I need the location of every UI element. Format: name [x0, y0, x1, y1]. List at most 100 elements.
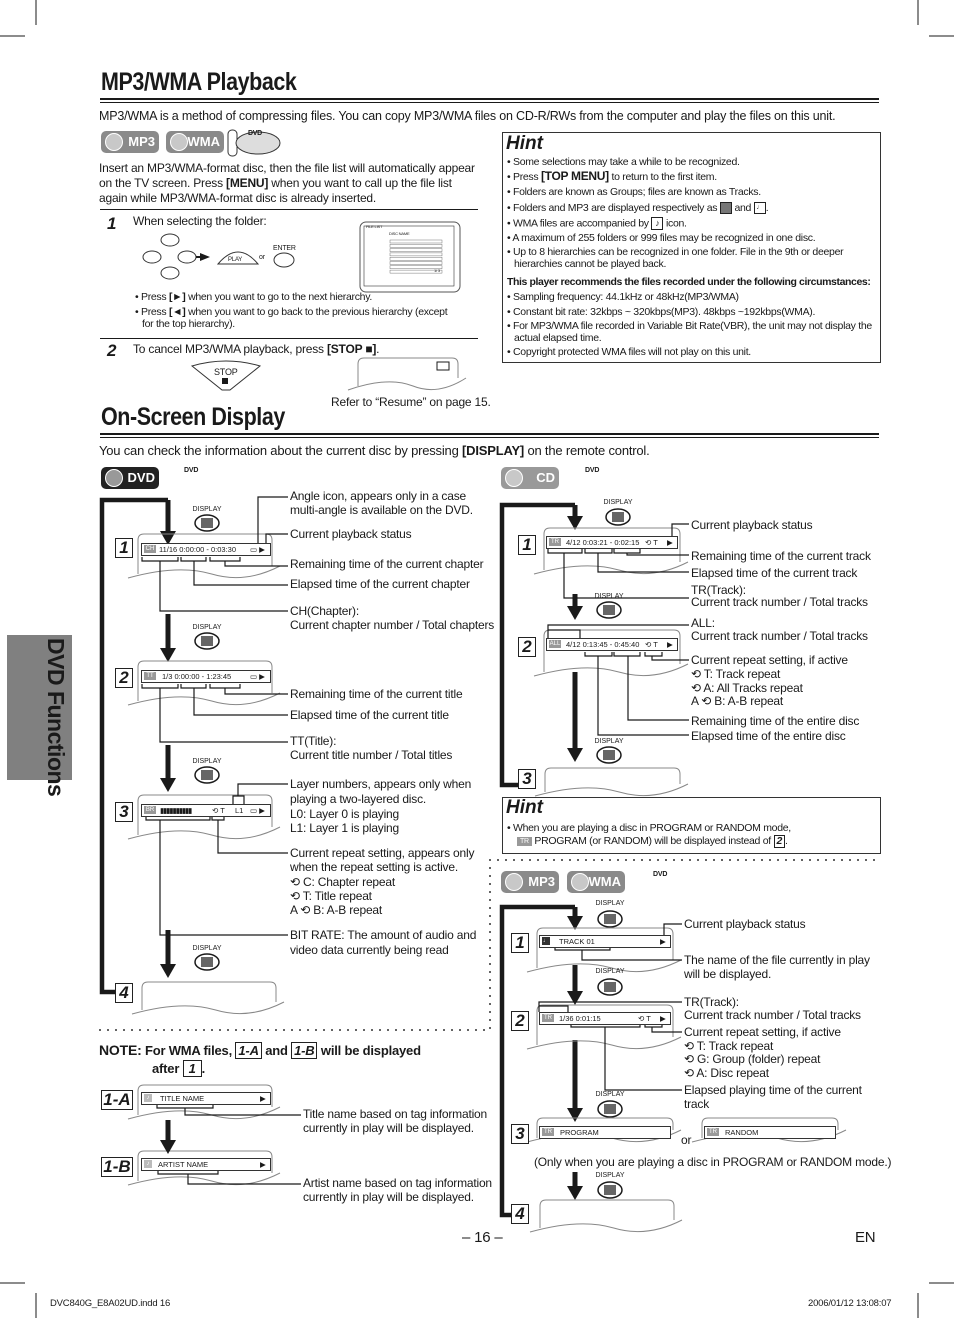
dotted-divider [489, 915, 491, 917]
hint-item: • WMA files are accompanied by ♪ icon. [507, 217, 687, 230]
connector-status [265, 533, 288, 543]
dvd-step-4: 4 [115, 983, 133, 1003]
tv-screen-wave [131, 1001, 285, 1015]
dotted-divider [489, 1027, 491, 1029]
dotted-divider [291, 1029, 293, 1031]
title-rule [100, 433, 879, 435]
step-2-number: 2 [107, 341, 117, 360]
tv-screen-wave [347, 377, 467, 391]
dotted-divider [497, 859, 499, 861]
dotted-divider [865, 859, 867, 861]
dotted-divider [641, 859, 643, 861]
track-icon: TR [549, 538, 561, 546]
dotted-divider [705, 859, 707, 861]
connector-name [581, 950, 682, 961]
track-icon: TR [542, 1128, 554, 1136]
file-list-page: 1/ 3 [434, 268, 440, 273]
insert-line-3: again while MP3/WMA-format disc is alrea… [99, 191, 377, 205]
dotted-divider [243, 1029, 245, 1031]
dvd-player-icon: DVD [184, 467, 199, 474]
display-button-label: DISPLAY [603, 499, 633, 506]
dotted-divider [561, 859, 563, 861]
dotted-divider [211, 1029, 213, 1031]
dotted-divider [489, 987, 491, 989]
dotted-divider [729, 859, 731, 861]
stop-button-label: STOP [214, 367, 238, 377]
dotted-divider [545, 859, 547, 861]
connector-all [547, 624, 689, 638]
step-1-text: When selecting the folder: [133, 214, 267, 228]
file-list-screen [359, 221, 461, 293]
dvd-player-icon: DVD [653, 871, 668, 878]
dotted-divider [283, 1029, 285, 1031]
title-icon: TT [144, 672, 156, 680]
mp3-label-repeat: ⟲ A: Disc repeat [684, 1066, 769, 1080]
dotted-divider [107, 1029, 109, 1031]
display-button-label: DISPLAY [594, 738, 624, 745]
dotted-divider [489, 899, 491, 901]
dotted-divider [745, 859, 747, 861]
dotted-divider [633, 859, 635, 861]
hint-recommend-heading: This player recommends the files recorde… [507, 276, 871, 288]
dotted-divider [315, 1029, 317, 1031]
dotted-divider [171, 1029, 173, 1031]
dotted-divider [585, 859, 587, 861]
wma-osd-artist: ♪ ARTIST NAME ▶ [141, 1158, 271, 1171]
label-artist-name: currently in play will be displayed. [303, 1190, 474, 1204]
mp3-label-repeat: ⟲ T: Track repeat [684, 1039, 774, 1053]
dvd-player-icon: DVD [248, 130, 262, 137]
hint-item-cont: TR PROGRAM (or RANDOM) will be displayed… [517, 835, 788, 848]
label-repeat: when the repeat setting is active. [290, 860, 458, 874]
hint-item: • Folders are known as Groups; files are… [507, 186, 761, 198]
hint-item: • Press [TOP MENU] to return to the firs… [507, 169, 717, 183]
display-button-square [604, 914, 616, 924]
display-button-square [201, 770, 213, 780]
tv-screen-outline [536, 927, 674, 968]
mp3-file-icon: ♩ [753, 202, 766, 215]
step-divider [100, 338, 478, 339]
dotted-divider [203, 1029, 205, 1031]
dotted-divider [489, 955, 491, 957]
down-arrow-head [567, 748, 583, 762]
dotted-divider [147, 1029, 149, 1031]
bracket [141, 684, 179, 689]
track-icon: TR [707, 1128, 719, 1136]
connector-chapter [159, 561, 288, 612]
bracket [209, 557, 241, 562]
dotted-divider [489, 875, 491, 877]
hint-item: • Folders and MP3 are displayed respecti… [507, 202, 769, 215]
connector-layer [237, 783, 288, 796]
footer-timestamp: 2006/01/12 13:08:07 [808, 1298, 892, 1309]
dotted-divider [331, 1029, 333, 1031]
hint-item: • Some selections may take a while to be… [507, 156, 740, 168]
hint-item: • A maximum of 255 folders or 999 files … [507, 232, 816, 244]
or-label: or [681, 1133, 692, 1147]
dotted-divider [665, 859, 667, 861]
section-title-mp3wma: MP3/WMA Playback [101, 68, 297, 96]
title-rule [100, 98, 879, 100]
dotted-divider [371, 1029, 373, 1031]
display-button-label: DISPLAY [595, 968, 625, 975]
dvd-step-1: 1 [115, 538, 133, 558]
label-layer: playing a two-layered disc. [290, 792, 427, 806]
cd-label-ela-track: Elapsed time of the current track [691, 566, 858, 580]
dotted-divider [673, 859, 675, 861]
bracket [644, 652, 663, 657]
section-title-osd: On-Screen Display [101, 403, 285, 431]
hint-item: • Up to 8 hierarchies can be recognized … [507, 246, 844, 258]
step-2-text: To cancel MP3/WMA playback, press [STOP … [133, 342, 380, 356]
dotted-divider [617, 859, 619, 861]
stop-indicator-icon [436, 361, 450, 371]
down-arrow-head [567, 1108, 583, 1122]
cursor-button-icon [177, 250, 197, 264]
step-1-number: 1 [107, 214, 117, 233]
dotted-divider [593, 859, 595, 861]
dotted-divider [801, 859, 803, 861]
mp3-osd-random: TR RANDOM [704, 1126, 836, 1139]
dotted-divider [459, 1029, 461, 1031]
title-rule-thin [100, 437, 879, 438]
tv-screen-outline [141, 981, 277, 1010]
label-artist-name: Artist name based on tag information [303, 1176, 492, 1190]
display-button-label: DISPLAY [192, 945, 222, 952]
tv-screen-wave [127, 1172, 281, 1186]
